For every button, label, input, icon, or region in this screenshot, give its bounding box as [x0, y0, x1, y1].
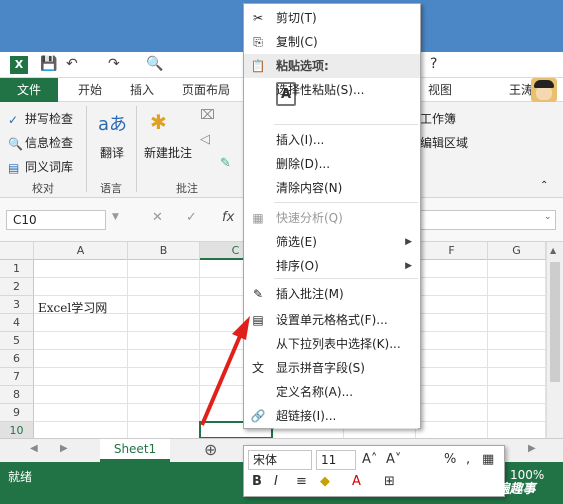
- annotation-arrow: [200, 316, 250, 426]
- excel-window: X 💾 ↶ ↷ 🔍 ? 文件 开始 插入 页面布局 视图 王涛 ✓ 拼写检查 🔍 信…: [0, 0, 563, 504]
